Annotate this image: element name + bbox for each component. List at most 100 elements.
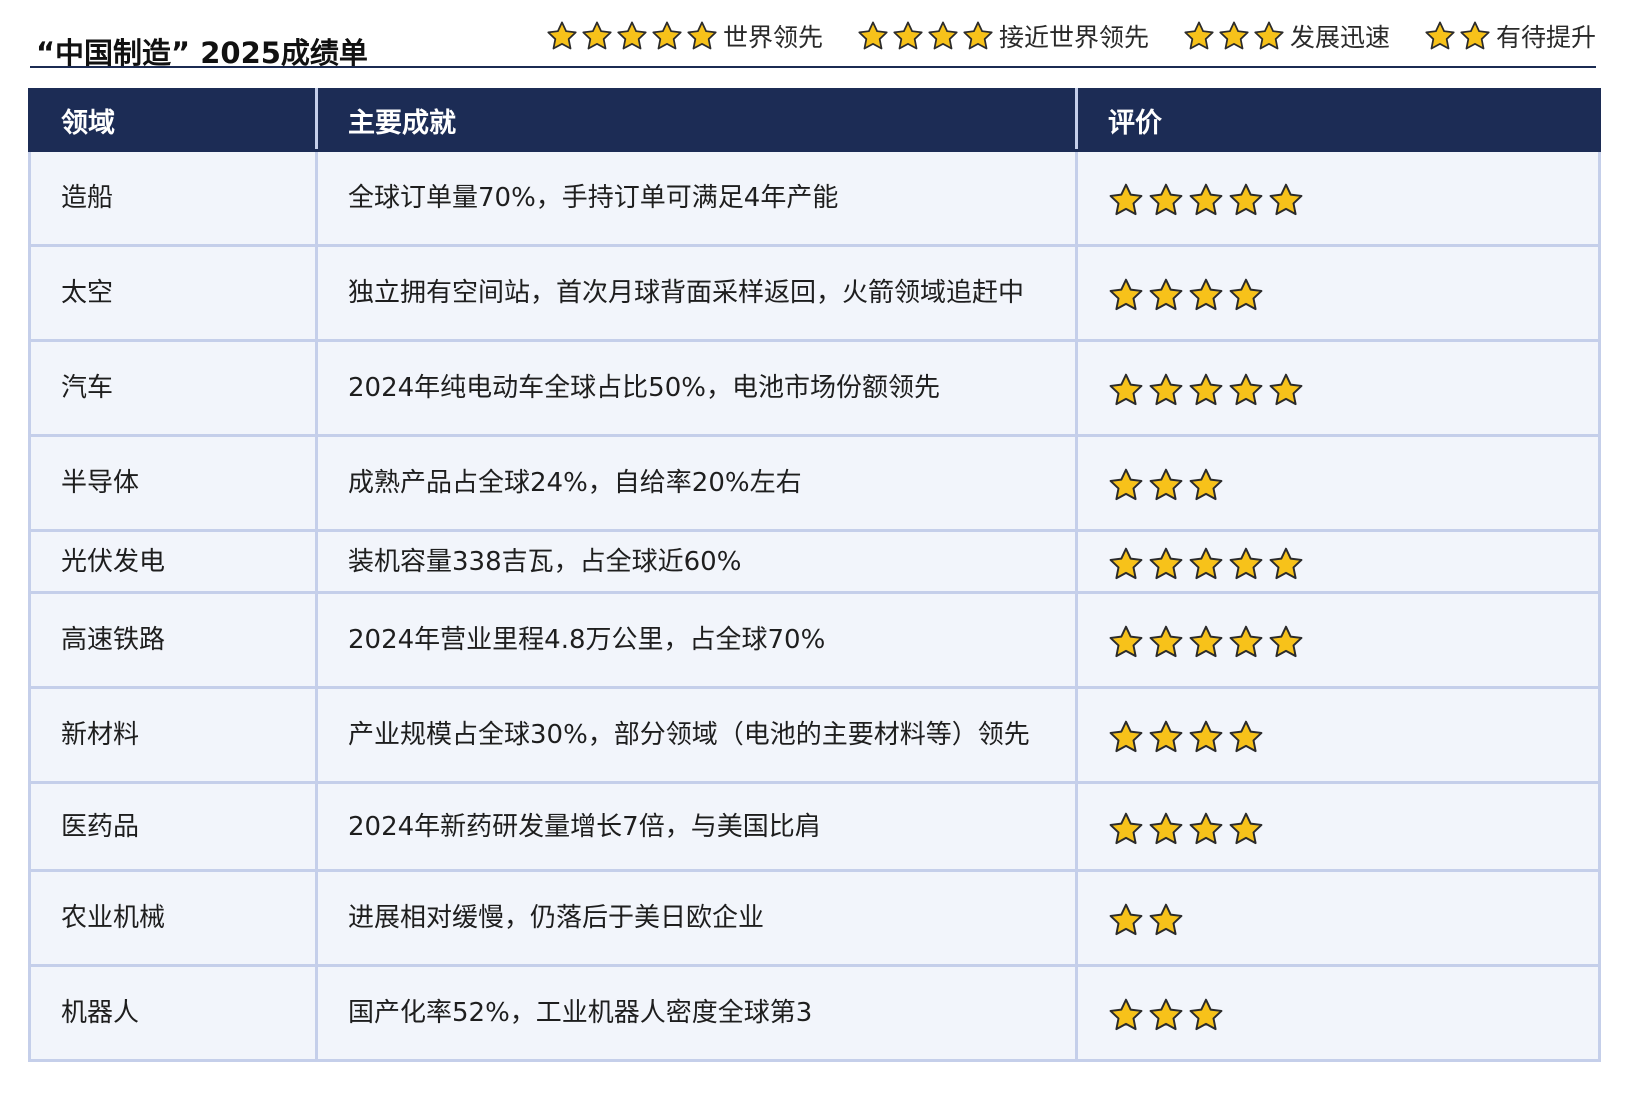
star-rating: [1108, 715, 1598, 755]
star-icon: [1218, 20, 1250, 52]
star-icon: [1253, 20, 1285, 52]
achievement-cell: 装机容量338吉瓦，占全球近60%: [315, 529, 1078, 594]
star-rating: [1108, 542, 1598, 582]
star-icon: [1108, 277, 1144, 313]
field-cell: 农业机械: [28, 869, 318, 967]
table-row: 造船 全球订单量70%，手持订单可满足4年产能: [28, 149, 1601, 247]
table-row: 汽车 2024年纯电动车全球占比50%，电池市场份额领先: [28, 339, 1601, 437]
star-icon: [1148, 546, 1184, 582]
star-icon: [1148, 277, 1184, 313]
star-icon: [1188, 372, 1224, 408]
field-cell: 太空: [28, 244, 318, 342]
achievement-cell: 全球订单量70%，手持订单可满足4年产能: [315, 149, 1078, 247]
field-cell: 医药品: [28, 781, 318, 872]
achievement-cell: 国产化率52%，工业机器人密度全球第3: [315, 964, 1078, 1062]
star-icon: [581, 20, 613, 52]
rating-cell: [1075, 434, 1601, 532]
star-icon: [1228, 372, 1264, 408]
legend-item-2: 有待提升: [1424, 18, 1596, 54]
rating-cell: [1075, 591, 1601, 689]
legend-item-3: 发展迅速: [1183, 18, 1390, 54]
table-row: 半导体 成熟产品占全球24%，自给率20%左右: [28, 434, 1601, 532]
star-icon: [1228, 277, 1264, 313]
field-cell: 半导体: [28, 434, 318, 532]
star-icon: [1188, 624, 1224, 660]
star-icon: [1188, 182, 1224, 218]
star-icon: [1459, 20, 1491, 52]
achievement-cell: 2024年营业里程4.8万公里，占全球70%: [315, 591, 1078, 689]
star-icon: [1148, 811, 1184, 847]
rating-cell: [1075, 529, 1601, 594]
rating-cell: [1075, 964, 1601, 1062]
achievement-cell: 进展相对缓慢，仍落后于美日欧企业: [315, 869, 1078, 967]
legend-stars: [1183, 20, 1288, 52]
star-icon: [1268, 546, 1304, 582]
star-icon: [1148, 624, 1184, 660]
star-icon: [1108, 624, 1144, 660]
rating-cell: [1075, 686, 1601, 784]
star-icon: [1188, 811, 1224, 847]
legend-label: 接近世界领先: [998, 23, 1149, 52]
star-icon: [686, 20, 718, 52]
star-icon: [1108, 546, 1144, 582]
star-icon: [1148, 902, 1184, 938]
field-cell: 新材料: [28, 686, 318, 784]
star-icon: [927, 20, 959, 52]
star-icon: [1108, 997, 1144, 1033]
page-title: “中国制造” 2025成绩单: [36, 36, 368, 70]
table-row: 太空 独立拥有空间站，首次月球背面采样返回，火箭领域追赶中: [28, 244, 1601, 342]
star-icon: [1228, 182, 1264, 218]
rating-legend: 世界领先 接近世界领先 发展迅速 有待提升: [546, 18, 1596, 54]
star-rating: [1108, 620, 1598, 660]
star-icon: [1188, 277, 1224, 313]
star-icon: [1108, 372, 1144, 408]
achievement-cell: 2024年纯电动车全球占比50%，电池市场份额领先: [315, 339, 1078, 437]
column-header-field: 领域: [28, 88, 318, 152]
rating-cell: [1075, 244, 1601, 342]
star-icon: [1188, 997, 1224, 1033]
legend-label: 有待提升: [1495, 23, 1596, 52]
star-rating: [1108, 993, 1598, 1033]
star-icon: [1148, 997, 1184, 1033]
report-header: “中国制造” 2025成绩单 世界领先 接近世界领先 发展迅速 有待提升: [30, 10, 1596, 70]
rating-cell: [1075, 149, 1601, 247]
legend-label: 发展迅速: [1289, 23, 1390, 52]
star-icon: [546, 20, 578, 52]
star-rating: [1108, 807, 1598, 847]
table-row: 高速铁路 2024年营业里程4.8万公里，占全球70%: [28, 591, 1601, 689]
achievement-cell: 产业规模占全球30%，部分领域（电池的主要材料等）领先: [315, 686, 1078, 784]
star-icon: [1268, 624, 1304, 660]
table-row: 农业机械 进展相对缓慢，仍落后于美日欧企业: [28, 869, 1601, 967]
star-icon: [1228, 546, 1264, 582]
star-rating: [1108, 178, 1598, 218]
star-icon: [616, 20, 648, 52]
star-icon: [1228, 624, 1264, 660]
star-icon: [1424, 20, 1456, 52]
achievement-cell: 独立拥有空间站，首次月球背面采样返回，火箭领域追赶中: [315, 244, 1078, 342]
star-icon: [1148, 182, 1184, 218]
star-icon: [1188, 719, 1224, 755]
field-cell: 高速铁路: [28, 591, 318, 689]
legend-item-5: 世界领先: [546, 18, 823, 54]
column-header-achievement: 主要成就: [315, 88, 1078, 152]
legend-stars: [857, 20, 997, 52]
table-row: 医药品 2024年新药研发量增长7倍，与美国比肩: [28, 781, 1601, 872]
achievement-cell: 成熟产品占全球24%，自给率20%左右: [315, 434, 1078, 532]
field-cell: 汽车: [28, 339, 318, 437]
star-icon: [1188, 546, 1224, 582]
legend-item-4: 接近世界领先: [857, 18, 1149, 54]
table-row: 新材料 产业规模占全球30%，部分领域（电池的主要材料等）领先: [28, 686, 1601, 784]
star-rating: [1108, 463, 1598, 503]
star-icon: [962, 20, 994, 52]
star-rating: [1108, 368, 1598, 408]
star-icon: [1148, 719, 1184, 755]
legend-stars: [1424, 20, 1494, 52]
table-row: 光伏发电 装机容量338吉瓦，占全球近60%: [28, 529, 1601, 594]
star-icon: [1108, 811, 1144, 847]
field-cell: 光伏发电: [28, 529, 318, 594]
rating-cell: [1075, 869, 1601, 967]
achievement-cell: 2024年新药研发量增长7倍，与美国比肩: [315, 781, 1078, 872]
star-icon: [1228, 719, 1264, 755]
star-icon: [1108, 467, 1144, 503]
star-icon: [1108, 182, 1144, 218]
